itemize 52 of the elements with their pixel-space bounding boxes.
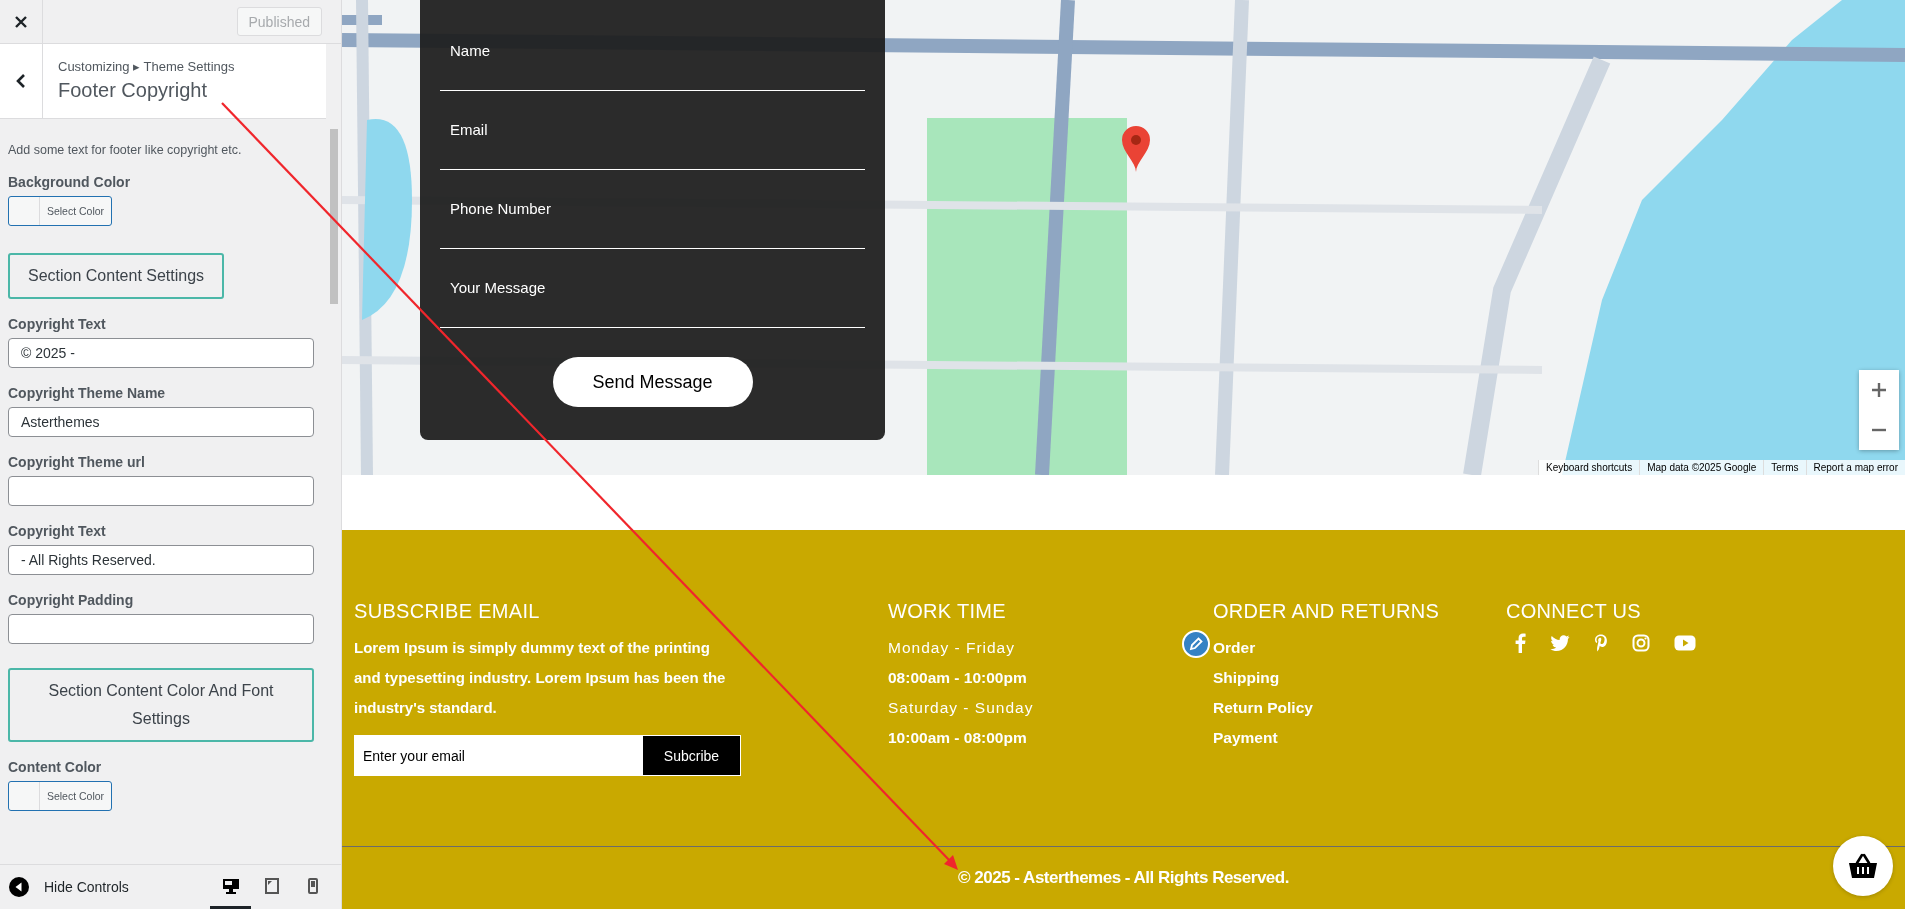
section-description: Add some text for footer like copyright etc.	[8, 143, 243, 157]
text-field[interactable]: Asterthemes	[8, 407, 314, 437]
form-field[interactable]: Name	[440, 34, 865, 91]
basket-icon	[1848, 853, 1878, 879]
hide-controls-button[interactable]: Hide Controls	[0, 877, 129, 897]
text-field[interactable]: © 2025 -	[8, 338, 314, 368]
monitor-icon	[221, 877, 240, 894]
control-label: Copyright Theme Name	[8, 385, 167, 401]
twitter-icon[interactable]	[1550, 634, 1570, 652]
cart-button[interactable]	[1833, 836, 1893, 896]
work-time-text: 08:00am - 10:00pm	[888, 668, 1027, 688]
section-button[interactable]: Section Content Settings	[8, 253, 225, 299]
color-picker-button[interactable]: Select Color	[8, 781, 112, 811]
pinterest-icon[interactable]	[1594, 634, 1608, 652]
control-label: Copyright Text	[8, 523, 107, 539]
form-field[interactable]: Phone Number	[440, 192, 865, 249]
form-field[interactable]: Your Message	[440, 271, 865, 328]
color-picker-button[interactable]: Select Color	[8, 196, 112, 226]
text-field[interactable]: - All Rights Reserved.	[8, 545, 314, 575]
instagram-icon[interactable]	[1632, 634, 1650, 652]
plus-icon	[1871, 382, 1887, 398]
footer-heading: CONNECT US	[1506, 600, 1642, 623]
form-field[interactable]: Email	[440, 113, 865, 170]
copyright-text: © 2025 - Asterthemes - All Rights Reserved.	[958, 868, 1289, 888]
footer-paragraph: Lorem Ipsum is simply dummy text of the printing and typesetting industry. Lorem Ipsum has been the industry's standard.	[354, 638, 726, 718]
collapse-icon	[9, 877, 29, 897]
close-icon	[14, 14, 28, 29]
facebook-icon[interactable]	[1514, 633, 1526, 653]
chevron-left-icon	[15, 73, 27, 89]
text-field[interactable]	[8, 476, 314, 506]
footer-heading: WORK TIME	[888, 600, 1007, 623]
footer-heading: ORDER AND RETURNS	[1213, 600, 1441, 623]
control-label: Content Color	[8, 759, 103, 775]
edit-shortcut-icon[interactable]	[1182, 630, 1210, 658]
section-button[interactable]: Section Content Color And Font Settings	[8, 668, 314, 742]
work-time-text: Monday - Friday	[888, 638, 1015, 658]
zoom-in-button[interactable]	[1859, 370, 1899, 410]
breadcrumb: Customizing ▸ Theme Settings	[58, 59, 235, 74]
scrollbar-thumb[interactable]	[330, 129, 338, 304]
text-field[interactable]	[8, 614, 314, 644]
send-message-button[interactable]: Send Message	[552, 357, 753, 407]
work-time-text: Saturday - Sunday	[888, 698, 1034, 718]
phone-icon	[307, 877, 318, 894]
footer-heading: SUBSCRIBE EMAIL	[354, 600, 541, 623]
work-time-text: 10:00am - 08:00pm	[888, 728, 1027, 748]
control-label: Copyright Text	[8, 316, 107, 332]
control-label: Background Color	[8, 174, 132, 190]
youtube-icon[interactable]	[1674, 635, 1696, 651]
control-label: Copyright Padding	[8, 592, 135, 608]
control-label: Copyright Theme url	[8, 454, 146, 470]
tablet-icon	[264, 877, 279, 894]
section-title: Footer Copyright	[58, 79, 208, 102]
